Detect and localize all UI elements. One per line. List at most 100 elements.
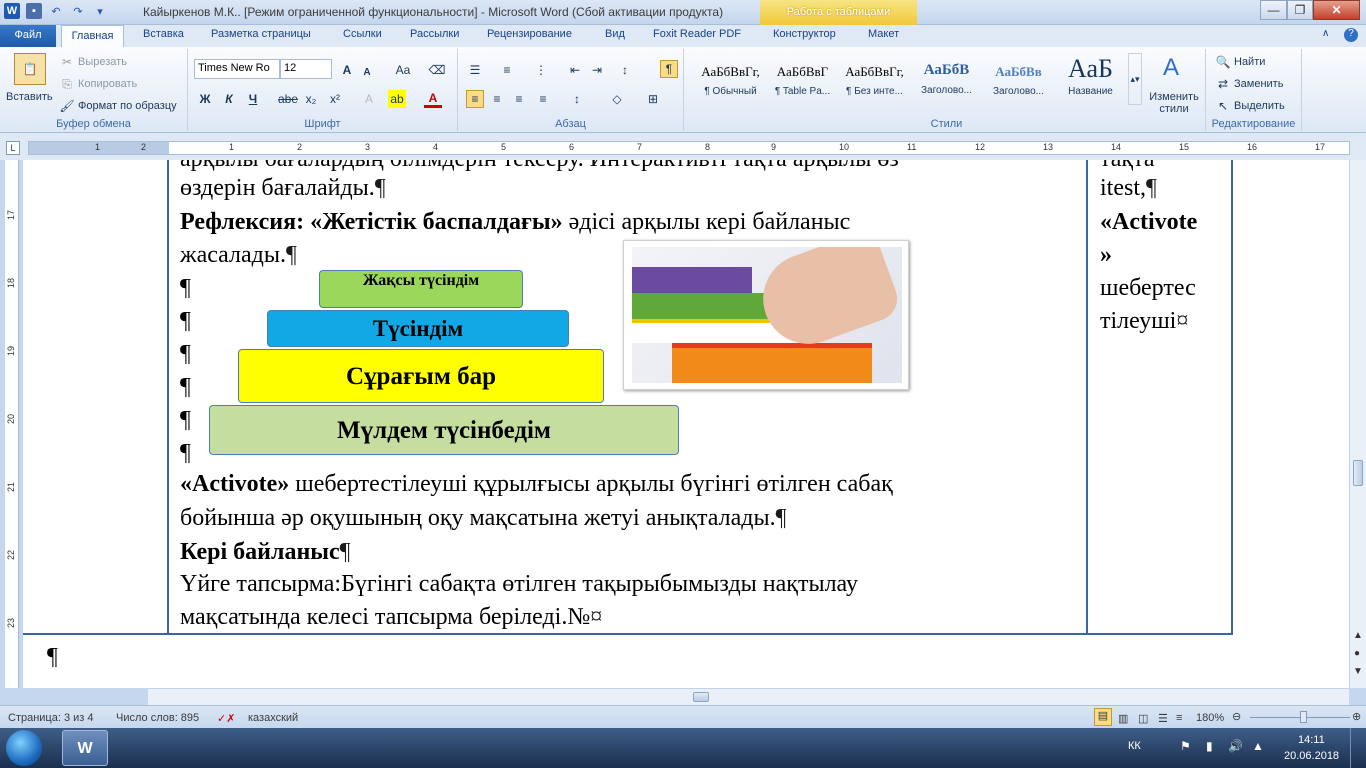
font-name-combo[interactable]: Times New Ro: [194, 59, 280, 79]
tab-file[interactable]: Файл: [0, 25, 56, 47]
underline-button[interactable]: Ч: [244, 90, 262, 108]
horizontal-ruler[interactable]: 1 2 1 2 3 4 5 6 7 8 9 10 11 12 13 14 15 …: [28, 141, 1350, 155]
style-title[interactable]: АаБ Название: [1055, 54, 1126, 106]
tab-layout[interactable]: Макет: [868, 28, 899, 40]
flag-icon[interactable]: ⚑: [1180, 739, 1191, 753]
style-no-spacing[interactable]: АаБбВвГг, ¶ Без инте...: [839, 54, 910, 106]
borders-icon[interactable]: ⊞: [644, 90, 662, 108]
tab-review[interactable]: Рецензирование: [487, 28, 572, 40]
clock-date[interactable]: 20.06.2018: [1284, 750, 1339, 762]
browse-object-icon[interactable]: ●: [1354, 648, 1360, 659]
tab-mailings[interactable]: Рассылки: [410, 28, 459, 40]
align-right-icon[interactable]: ≡: [510, 90, 528, 108]
change-case-button[interactable]: Aa: [390, 61, 416, 79]
select-icon[interactable]: ↖: [1214, 97, 1232, 115]
horizontal-scrollbar[interactable]: [148, 688, 1349, 705]
battery-icon[interactable]: ▮: [1206, 739, 1213, 753]
format-painter-icon[interactable]: 🖌: [58, 97, 76, 115]
copy-button[interactable]: Копировать: [78, 78, 137, 90]
clear-format-icon[interactable]: ⌫: [428, 61, 446, 79]
paste-button[interactable]: Вставить: [6, 91, 53, 103]
page-count[interactable]: Страница: 3 из 4: [8, 712, 94, 724]
tab-references[interactable]: Ссылки: [343, 28, 382, 40]
styles-scroll-icon[interactable]: ▴▾: [1128, 53, 1142, 105]
draft-icon[interactable]: ≡: [1176, 712, 1182, 724]
tab-design[interactable]: Конструктор: [773, 28, 836, 40]
web-layout-icon[interactable]: ◫: [1138, 712, 1148, 725]
scroll-thumb[interactable]: [693, 692, 709, 702]
cut-icon[interactable]: ✂: [58, 53, 76, 71]
tab-view[interactable]: Вид: [605, 28, 625, 40]
find-button[interactable]: Найти: [1234, 56, 1265, 68]
shrink-font-button[interactable]: A: [358, 63, 376, 81]
zoom-in-icon[interactable]: ⊕: [1352, 710, 1361, 723]
full-screen-icon[interactable]: ▥: [1118, 712, 1128, 725]
proofing-icon[interactable]: ✓✗: [217, 712, 235, 725]
style-normal[interactable]: АаБбВвГг, ¶ Обычный: [695, 54, 766, 106]
maximize-button[interactable]: ❐: [1287, 0, 1313, 20]
input-language[interactable]: КК: [1128, 740, 1141, 752]
close-button[interactable]: ✕: [1313, 0, 1360, 20]
undo-icon[interactable]: ↶: [48, 3, 64, 19]
help-icon[interactable]: ?: [1344, 28, 1358, 42]
word-taskbar-icon[interactable]: W: [62, 730, 108, 766]
justify-icon[interactable]: ≡: [534, 90, 552, 108]
print-layout-icon[interactable]: ▤: [1094, 708, 1112, 726]
replace-button[interactable]: Заменить: [1234, 78, 1283, 90]
document-page[interactable]: арқылы бағалардың білімдерін тексеру. Ин…: [23, 160, 1349, 688]
multilevel-list-icon[interactable]: ⋮: [532, 61, 550, 79]
tab-selector-icon[interactable]: L: [6, 141, 20, 155]
font-color-icon[interactable]: A: [424, 90, 442, 108]
copy-icon[interactable]: ⎘: [58, 75, 76, 93]
scroll-thumb[interactable]: [1353, 460, 1363, 486]
select-button[interactable]: Выделить: [1234, 100, 1285, 112]
paste-icon[interactable]: 📋: [14, 53, 46, 85]
zoom-slider-thumb[interactable]: [1300, 711, 1307, 723]
qat-customize-icon[interactable]: ▾: [92, 3, 108, 19]
vertical-ruler[interactable]: 17 18 19 20 21 22 23: [5, 160, 19, 688]
start-button-icon[interactable]: [6, 730, 42, 766]
format-painter-button[interactable]: Формат по образцу: [78, 100, 177, 112]
increase-indent-icon[interactable]: ⇥: [588, 61, 606, 79]
ribbon-minimize-icon[interactable]: ∧: [1322, 28, 1329, 39]
grow-font-button[interactable]: A: [338, 61, 356, 79]
bullets-icon[interactable]: ☰: [466, 61, 484, 79]
outline-icon[interactable]: ☰: [1158, 712, 1168, 725]
style-heading-2[interactable]: АаБбВв Заголово...: [983, 54, 1054, 106]
tab-page-layout[interactable]: Разметка страницы: [211, 28, 311, 40]
bold-button[interactable]: Ж: [196, 90, 214, 108]
clock-time[interactable]: 14:11: [1298, 734, 1325, 746]
decrease-indent-icon[interactable]: ⇤: [566, 61, 584, 79]
change-styles-icon[interactable]: A: [1156, 53, 1186, 83]
font-size-combo[interactable]: 12: [280, 59, 332, 79]
text-effects-icon[interactable]: A: [360, 90, 378, 108]
language[interactable]: казахский: [248, 712, 298, 724]
strikethrough-button[interactable]: abe: [276, 90, 300, 108]
prev-page-icon[interactable]: ▲: [1353, 630, 1363, 641]
highlight-icon[interactable]: ab: [388, 90, 406, 108]
shading-icon[interactable]: ◇: [608, 90, 626, 108]
next-page-icon[interactable]: ▼: [1353, 666, 1363, 677]
italic-button[interactable]: К: [220, 90, 238, 108]
superscript-button[interactable]: x²: [326, 90, 344, 108]
numbering-icon[interactable]: ≡: [498, 61, 516, 79]
tab-home[interactable]: Главная: [61, 25, 124, 48]
network-icon[interactable]: ▲: [1252, 739, 1264, 753]
align-center-icon[interactable]: ≡: [488, 90, 506, 108]
save-icon[interactable]: ▪: [26, 3, 42, 19]
style-table-paragraph[interactable]: АаБбВвГ ¶ Table Pa...: [767, 54, 838, 106]
sort-icon[interactable]: ↕: [616, 61, 634, 79]
cut-button[interactable]: Вырезать: [78, 56, 127, 68]
show-desktop-button[interactable]: [1350, 728, 1366, 768]
line-spacing-icon[interactable]: ↕: [568, 90, 586, 108]
word-count[interactable]: Число слов: 895: [116, 712, 199, 724]
word-app-icon[interactable]: W: [4, 3, 20, 19]
tab-foxit[interactable]: Foxit Reader PDF: [653, 28, 741, 40]
change-styles-button[interactable]: Изменить стили: [1146, 91, 1202, 115]
minimize-button[interactable]: —: [1260, 0, 1287, 20]
tab-insert[interactable]: Вставка: [143, 28, 184, 40]
subscript-button[interactable]: x₂: [302, 90, 320, 108]
redo-icon[interactable]: ↷: [70, 3, 86, 19]
style-heading-1[interactable]: АаБбВ Заголово...: [911, 54, 982, 106]
align-left-icon[interactable]: ≡: [466, 90, 484, 108]
